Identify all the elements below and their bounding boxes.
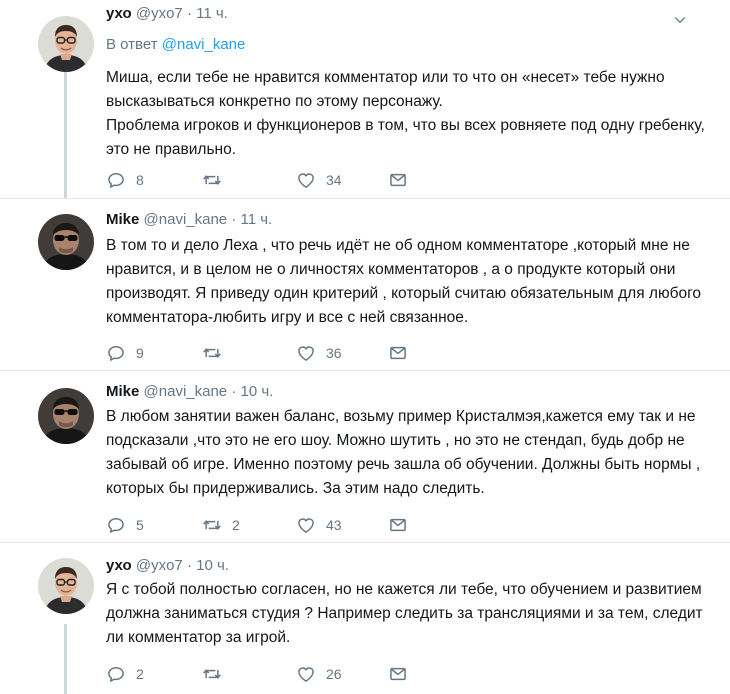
direct-message-button[interactable]: [388, 662, 408, 686]
retweet-icon: [202, 664, 222, 684]
retweet-button[interactable]: [202, 341, 232, 365]
like-button[interactable]: 34: [296, 168, 342, 192]
divider: [0, 370, 730, 371]
timestamp[interactable]: 10 ч.: [241, 383, 274, 400]
avatar[interactable]: [38, 388, 94, 444]
tweet-text: Я с тобой полностью согласен, но не каже…: [106, 578, 706, 650]
reply-button[interactable]: 8: [106, 168, 144, 192]
separator-dot: ·: [231, 383, 237, 400]
action-bar: 2 26: [106, 662, 426, 686]
avatar[interactable]: [38, 214, 94, 270]
separator-dot: ·: [186, 557, 192, 574]
timestamp[interactable]: 11 ч.: [241, 211, 273, 228]
person-sunglasses-avatar: [38, 388, 94, 444]
reply-button[interactable]: 9: [106, 341, 144, 365]
like-count: 34: [326, 172, 342, 188]
reply-count: 9: [136, 345, 144, 361]
reply-count: 5: [136, 517, 144, 533]
tweet-header: Mike @navi_kane · 10 ч.: [106, 382, 273, 402]
tweet-paragraph: В любом занятии важен баланс, возьму при…: [106, 408, 701, 497]
tweet[interactable]: Mike @navi_kane · 10 ч. В любом занятии …: [0, 370, 730, 542]
like-icon: [296, 170, 316, 190]
like-icon: [296, 664, 316, 684]
caret-down-icon[interactable]: [672, 12, 688, 28]
tweet-text: В том то и дело Леха , что речь идёт не …: [106, 234, 706, 330]
like-count: 26: [326, 666, 342, 682]
retweet-button[interactable]: [202, 168, 232, 192]
reply-icon: [106, 343, 126, 363]
direct-message-button[interactable]: [388, 341, 408, 365]
username[interactable]: @yxo7: [136, 5, 183, 22]
reply-to-link[interactable]: @navi_kane: [162, 36, 246, 53]
action-bar: 9 36: [106, 341, 426, 365]
divider: [0, 198, 730, 199]
display-name[interactable]: ухо: [106, 5, 132, 22]
separator-dot: ·: [231, 211, 237, 228]
tweet-paragraph: В том то и дело Леха , что речь идёт не …: [106, 237, 702, 326]
tweet-header: Mike @navi_kane · 11 ч.: [106, 210, 272, 230]
username[interactable]: @navi_kane: [144, 383, 228, 400]
retweet-icon: [202, 343, 222, 363]
direct-message-button[interactable]: [388, 168, 408, 192]
timestamp[interactable]: 10 ч.: [196, 557, 229, 574]
person-sunglasses-avatar: [38, 214, 94, 270]
action-bar: 8 34: [106, 168, 426, 192]
like-button[interactable]: 36: [296, 341, 342, 365]
tweet-text: В любом занятии важен баланс, возьму при…: [106, 405, 706, 501]
display-name[interactable]: Mike: [106, 383, 139, 400]
tweet-header: ухо @yxo7 · 11 ч.: [106, 4, 228, 24]
avatar[interactable]: [38, 558, 94, 614]
thread-line: [64, 624, 67, 694]
tweet-text: Миша, если тебе не нравится комментатор …: [106, 66, 706, 162]
tweet-paragraph: Проблема игроков и функционеров в том, ч…: [106, 117, 705, 158]
direct-message-icon: [388, 170, 408, 190]
tweet[interactable]: ухо @yxo7 · 11 ч. В ответ @navi_kane Миш…: [0, 0, 730, 198]
retweet-button[interactable]: [202, 662, 232, 686]
person-glasses-avatar: [38, 16, 94, 72]
reply-context: В ответ @navi_kane: [106, 35, 245, 55]
like-count: 43: [326, 517, 342, 533]
reply-button[interactable]: 5: [106, 513, 144, 537]
tweet-paragraph: Я с тобой полностью согласен, но не каже…: [106, 581, 703, 646]
thread-line: [64, 66, 67, 198]
like-button[interactable]: 26: [296, 662, 342, 686]
reply-icon: [106, 664, 126, 684]
reply-button[interactable]: 2: [106, 662, 144, 686]
retweet-button[interactable]: 2: [202, 513, 240, 537]
username[interactable]: @navi_kane: [144, 211, 228, 228]
direct-message-icon: [388, 515, 408, 535]
reply-count: 2: [136, 666, 144, 682]
divider: [0, 542, 730, 543]
retweet-icon: [202, 170, 222, 190]
tweet-header: ухо @yxo7 · 10 ч.: [106, 556, 229, 576]
retweet-icon: [202, 515, 222, 535]
tweet-paragraph: Миша, если тебе не нравится комментатор …: [106, 69, 665, 110]
username[interactable]: @yxo7: [136, 557, 183, 574]
display-name[interactable]: Mike: [106, 211, 139, 228]
reply-icon: [106, 170, 126, 190]
reply-count: 8: [136, 172, 144, 188]
retweet-count: 2: [232, 517, 240, 533]
direct-message-icon: [388, 664, 408, 684]
timestamp[interactable]: 11 ч.: [196, 5, 228, 22]
separator-dot: ·: [186, 5, 192, 22]
like-icon: [296, 515, 316, 535]
display-name[interactable]: ухо: [106, 557, 132, 574]
reply-prefix: В ответ: [106, 36, 158, 53]
like-count: 36: [326, 345, 342, 361]
tweet[interactable]: ухо @yxo7 · 10 ч. Я с тобой полностью со…: [0, 542, 730, 694]
reply-icon: [106, 515, 126, 535]
direct-message-icon: [388, 343, 408, 363]
action-bar: 5 2 43: [106, 513, 426, 537]
like-icon: [296, 343, 316, 363]
person-glasses-avatar: [38, 558, 94, 614]
avatar[interactable]: [38, 16, 94, 72]
tweet[interactable]: Mike @navi_kane · 11 ч. В том то и дело …: [0, 198, 730, 370]
like-button[interactable]: 43: [296, 513, 342, 537]
direct-message-button[interactable]: [388, 513, 408, 537]
